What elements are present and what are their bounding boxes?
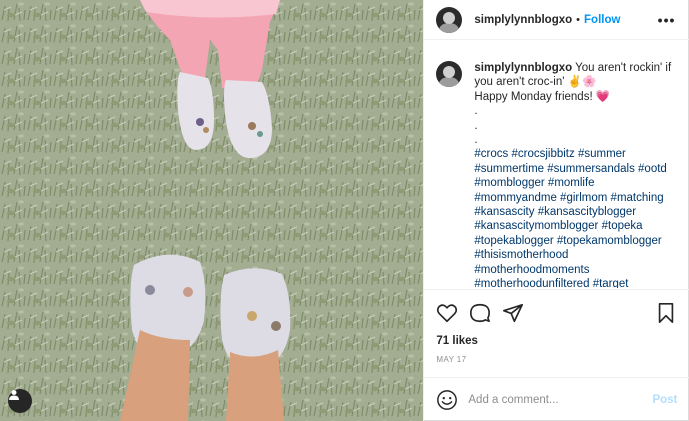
hashtag-link[interactable]: #summer [578,148,626,160]
hashtag-link[interactable]: #motherhoodmoments [474,264,589,276]
caption-dot: . [474,119,478,132]
heart-outline-icon[interactable] [436,302,458,324]
header-username[interactable]: simplylynnblogxo [474,14,572,26]
hashtag-link[interactable]: #target [593,278,629,288]
comment-input[interactable] [468,393,649,406]
caption-area: simplylynnblogxo You aren't rockin' if y… [424,41,689,288]
more-options-icon[interactable]: ••• [658,12,676,28]
instagram-post: simplylynnblogxo • Follow ••• simplylynn… [0,0,689,421]
caption-username[interactable]: simplylynnblogxo [474,62,572,74]
caption-text: simplylynnblogxo You aren't rockin' if y… [474,61,681,288]
action-bar [424,289,689,329]
hashtag-link[interactable]: #crocsjibbitz [511,148,574,160]
share-icon[interactable] [502,302,524,324]
post-header: simplylynnblogxo • Follow ••• [424,0,689,40]
add-comment-bar: Post [424,377,689,421]
hashtag-link[interactable]: #kansascitymomblogger [474,220,598,232]
caption-dot: . [474,105,478,118]
hashtag-link[interactable]: #momblogger [474,177,544,189]
hashtag-link[interactable]: #kansascityblogger [538,206,636,218]
caption-avatar[interactable] [436,61,463,87]
caption-line-2: Happy Monday friends! [474,90,596,103]
follow-button[interactable]: Follow [584,14,620,26]
user-icon [9,390,19,400]
header-separator: • [576,13,581,26]
hashtag-link[interactable]: #topekamomblogger [557,235,662,247]
hashtag-list: #crocs #crocsjibbitz #summer #summertime… [474,147,681,288]
hashtag-link[interactable]: #ootd [638,163,667,175]
hashtag-link[interactable]: #topekablogger [474,235,553,247]
caption-row: simplylynnblogxo You aren't rockin' if y… [436,61,681,288]
post-sidebar: simplylynnblogxo • Follow ••• simplylynn… [423,0,689,421]
post-comment-button[interactable]: Post [652,394,677,406]
emoji-icon[interactable] [436,389,458,411]
bookmark-icon[interactable] [655,302,677,324]
hashtag-link[interactable]: #momlife [548,177,595,189]
comment-icon[interactable] [469,302,491,324]
hashtag-link[interactable]: #summersandals [547,163,635,175]
hashtag-link[interactable]: #girlmom [560,192,607,204]
hashtag-link[interactable]: #crocs [474,148,508,160]
avatar[interactable] [436,6,463,33]
hashtag-link[interactable]: #topeka [602,220,643,232]
photo-illustration [0,0,424,421]
hashtag-link[interactable]: #matching [611,192,664,204]
hashtag-link[interactable]: #motherhoodunfiltered [474,278,589,288]
caption-dot: . [474,134,478,147]
hashtag-link[interactable]: #thisismotherhood [474,249,568,261]
hashtag-link[interactable]: #mommyandme [474,192,556,204]
tagged-users-button[interactable] [8,389,32,413]
post-date[interactable]: MAY 17 [436,355,466,364]
heart-emoji: 💗 [595,90,611,103]
hashtag-link[interactable]: #summertime [474,163,544,175]
hashtag-link[interactable]: #kansascity [474,206,534,218]
post-photo[interactable] [0,0,424,421]
likes-count[interactable]: 71 likes [436,335,478,347]
